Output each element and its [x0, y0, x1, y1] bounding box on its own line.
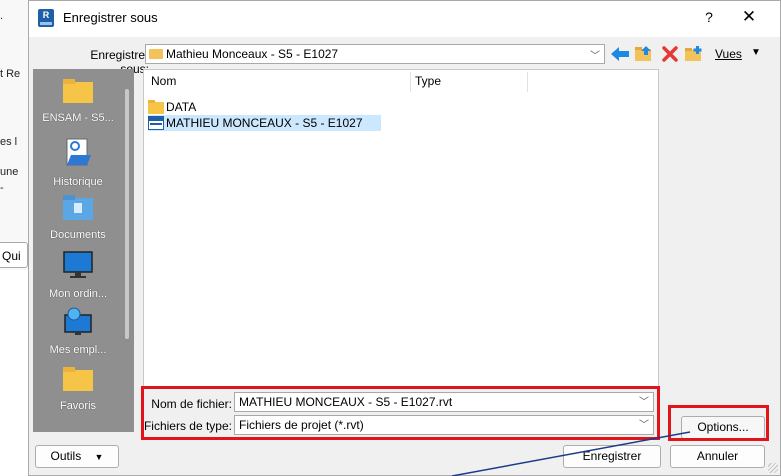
annotation-arrow-line: [451, 431, 691, 476]
